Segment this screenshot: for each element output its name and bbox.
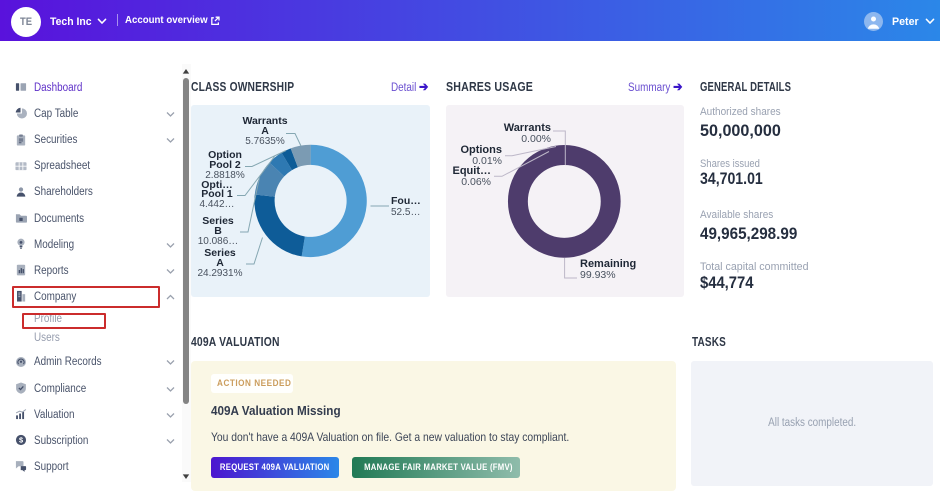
svg-text:$: $ — [19, 436, 23, 445]
